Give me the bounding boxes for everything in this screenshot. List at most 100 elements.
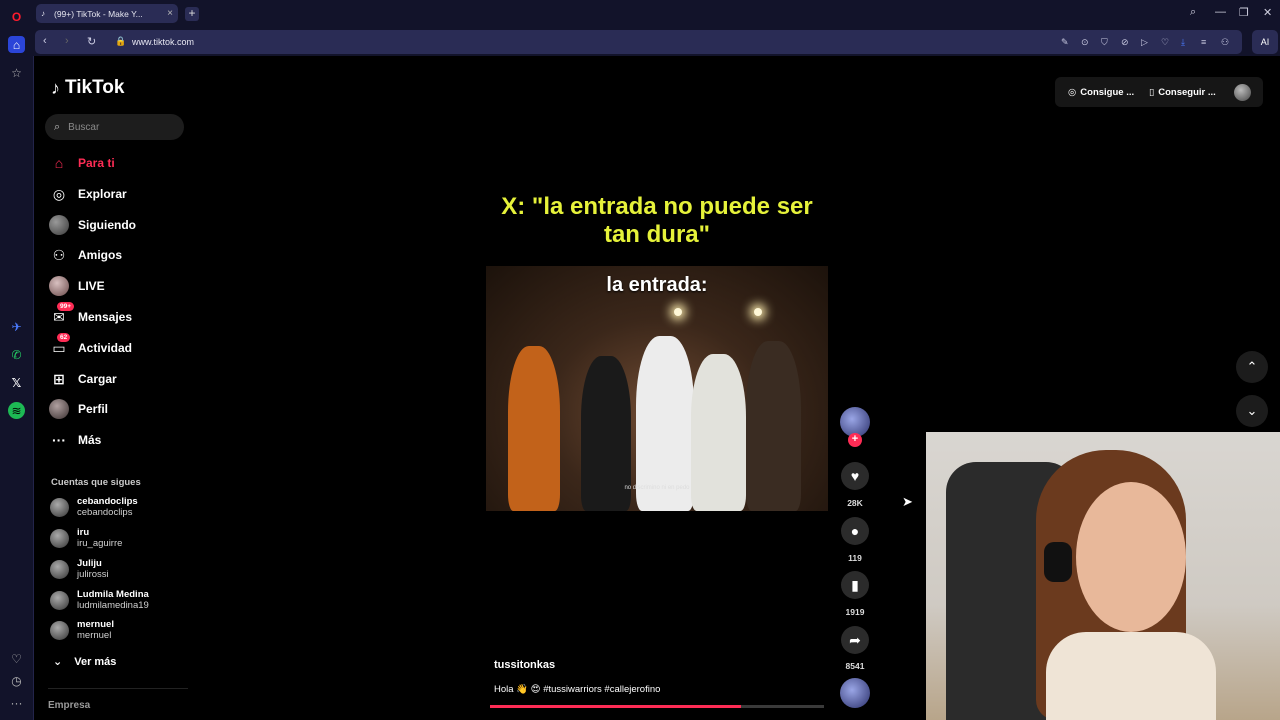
nav-label: Perfil xyxy=(78,402,109,416)
lock-icon: 🔒 xyxy=(115,36,127,46)
comment-icon: ● xyxy=(850,523,860,539)
next-video-button[interactable]: ⌄ xyxy=(1236,395,1268,427)
menu-icon[interactable]: ≡ xyxy=(1201,37,1206,47)
video-author[interactable]: tussitonkas xyxy=(494,659,555,671)
minimize-icon[interactable]: — xyxy=(1215,6,1226,18)
stage-light xyxy=(754,308,762,316)
star-icon[interactable]: ☆ xyxy=(8,64,25,81)
url-text[interactable]: www.tiktok.com xyxy=(132,37,194,47)
whatsapp-icon[interactable]: ✆ xyxy=(8,346,25,363)
comment-button[interactable]: ● xyxy=(841,517,869,545)
coin-icon: ◎ xyxy=(1068,86,1077,98)
nav-perfil[interactable]: Perfil xyxy=(49,398,108,420)
account-icon[interactable]: ⚇ xyxy=(1221,37,1229,48)
video-description: Hola 👋 😍 #tussiwarriors #callejerofino xyxy=(494,684,661,695)
webcam-person-face xyxy=(1076,482,1186,632)
reload-icon[interactable]: ↻ xyxy=(87,35,96,48)
get-app-button[interactable]: ▯ Conseguir ... xyxy=(1141,80,1224,104)
follow-plus-icon[interactable]: + xyxy=(848,433,862,447)
nav-label: Mensajes xyxy=(78,310,133,324)
search-icon[interactable]: ⌕ xyxy=(1190,6,1196,19)
nav-cargar[interactable]: ⊞ Cargar xyxy=(49,368,117,390)
video-player[interactable]: la entrada: no discrimino ni en pedo xyxy=(486,266,828,511)
tiktok-favicon-icon: ♪ xyxy=(41,9,45,18)
close-window-icon[interactable]: ✕ xyxy=(1263,6,1272,19)
video-progress-bar[interactable] xyxy=(490,705,824,708)
share-count: 8541 xyxy=(845,661,865,671)
home-icon[interactable]: ⌂ xyxy=(8,36,25,53)
following-account[interactable]: iru iru_aguirre xyxy=(50,525,180,551)
shield-icon[interactable]: ⛉ xyxy=(1101,37,1108,48)
heart-icon[interactable]: ♡ xyxy=(1161,37,1169,48)
home-icon: ⌂ xyxy=(54,155,64,171)
close-tab-icon[interactable]: × xyxy=(167,8,173,19)
progress-fill xyxy=(490,705,741,708)
back-icon[interactable]: ‹ xyxy=(43,35,47,47)
messenger-icon[interactable]: ✈ xyxy=(8,318,25,335)
avatar xyxy=(50,559,69,579)
url-field[interactable]: ‹ › ↻ 🔒 www.tiktok.com ✎ ⊙ ⛉ ⊘ ▷ ♡ ⤓ ≡ ⚇ xyxy=(35,30,1242,54)
nav-label: Amigos xyxy=(78,248,123,262)
address-bar: ‹ › ↻ 🔒 www.tiktok.com ✎ ⊙ ⛉ ⊘ ▷ ♡ ⤓ ≡ ⚇… xyxy=(33,28,1280,56)
tiktok-logo[interactable]: ♪ TikTok xyxy=(51,77,124,99)
nav-para-ti[interactable]: ⌂ Para ti xyxy=(49,152,115,174)
live-avatar xyxy=(49,276,69,296)
mouse-cursor-icon: ➤ xyxy=(902,494,913,509)
nav-label: Explorar xyxy=(78,187,127,201)
save-button[interactable]: ▮ xyxy=(841,571,869,599)
like-count: 28K xyxy=(847,498,863,508)
nav-label: Cargar xyxy=(78,372,117,386)
nav-amigos[interactable]: ⚇ Amigos xyxy=(49,244,122,266)
avatar xyxy=(50,590,69,610)
download-icon[interactable]: ⤓ xyxy=(1181,37,1185,48)
tab-tiktok[interactable]: ♪ (99+) TikTok - Make Y... × xyxy=(36,4,178,23)
nav-label: Más xyxy=(78,433,102,447)
history-icon[interactable]: ◷ xyxy=(8,672,25,689)
spotify-icon[interactable]: ≋ xyxy=(8,402,25,419)
nav-label: Para ti xyxy=(78,156,115,170)
see-more-label: Ver más xyxy=(74,655,117,668)
following-account[interactable]: Juliju julirossi xyxy=(50,556,180,582)
x-icon[interactable]: 𝕏 xyxy=(8,374,25,391)
nav-mas[interactable]: ··· Más xyxy=(49,429,101,451)
logo-text: TikTok xyxy=(65,77,125,98)
save-count: 1919 xyxy=(845,607,865,617)
more-icon[interactable]: ··· xyxy=(8,694,25,711)
nav-mensajes[interactable]: ✉ 99+ Mensajes xyxy=(49,302,133,328)
following-account[interactable]: Ludmila Medina ludmilamedina19 xyxy=(50,587,180,613)
forward-icon[interactable]: › xyxy=(65,35,69,47)
nav-actividad[interactable]: ▭ 62 Actividad xyxy=(49,333,132,359)
account-handle: ludmilamedina19 xyxy=(77,600,149,611)
company-link[interactable]: Empresa xyxy=(48,700,90,711)
play-icon[interactable]: ▷ xyxy=(1141,37,1148,48)
avatar xyxy=(50,528,69,548)
following-account[interactable]: cebandoclips cebandoclips xyxy=(50,494,180,520)
previous-video-button[interactable]: ⌃ xyxy=(1236,351,1268,383)
like-button[interactable]: ♥ xyxy=(841,462,869,490)
heart-icon[interactable]: ♡ xyxy=(8,650,25,667)
new-tab-button[interactable]: + xyxy=(185,7,199,21)
nav-explorar[interactable]: ◎ Explorar xyxy=(49,183,127,205)
following-account[interactable]: mernuel mernuel xyxy=(50,617,180,643)
get-coins-button[interactable]: ◎ Consigue ... xyxy=(1060,80,1143,104)
vpn-icon[interactable]: ⊘ xyxy=(1121,37,1129,48)
account-handle: julirossi xyxy=(77,569,109,580)
sound-avatar[interactable] xyxy=(840,678,870,708)
ai-button[interactable]: AI xyxy=(1252,30,1278,54)
nav-live[interactable]: LIVE xyxy=(49,275,105,297)
messages-badge: 99+ xyxy=(57,302,75,311)
chevron-up-icon: ⌃ xyxy=(1246,359,1258,374)
camera-icon[interactable]: ⊙ xyxy=(1081,37,1089,48)
see-more-button[interactable]: ⌄ Ver más xyxy=(53,655,117,669)
share-button[interactable]: ➦ xyxy=(841,626,869,654)
tab-bar: ♪ (99+) TikTok - Make Y... × + ⌕ — ❐ ✕ xyxy=(33,0,1280,28)
search-icon: ⌕ xyxy=(54,120,61,133)
bookmark-icon: ▮ xyxy=(851,576,859,593)
avatar[interactable] xyxy=(1234,84,1251,101)
edit-icon[interactable]: ✎ xyxy=(1061,37,1069,48)
ai-label: AI xyxy=(1260,37,1270,47)
opera-logo-icon[interactable]: O xyxy=(8,8,25,25)
nav-siguiendo[interactable]: Siguiendo xyxy=(49,214,136,236)
search-input[interactable]: ⌕ Buscar xyxy=(45,114,184,140)
restore-icon[interactable]: ❐ xyxy=(1239,6,1249,19)
